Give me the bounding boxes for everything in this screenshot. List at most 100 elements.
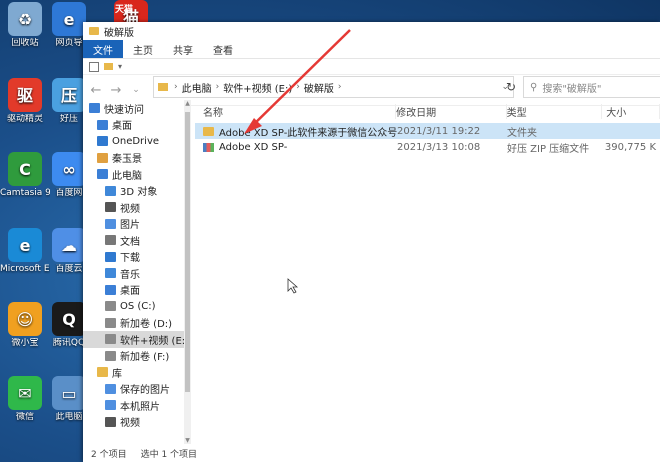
desktop-icon[interactable]: ♻ 回收站	[0, 2, 50, 49]
nav-item-icon	[97, 119, 108, 130]
desktop-icon[interactable]: C Camtasia 9	[0, 152, 50, 199]
nav-item-label: 库	[112, 368, 122, 380]
folder-icon	[158, 83, 168, 91]
chevron-right-icon[interactable]: ›	[174, 82, 178, 92]
nav-item[interactable]: 新加卷 (F:)	[83, 348, 184, 365]
column-header-date[interactable]: 修改日期	[396, 103, 507, 119]
item-count: 2 个项目	[91, 449, 127, 460]
status-bar: 2 个项目 选中 1 个项目	[83, 444, 660, 462]
file-row[interactable]: Adobe XD SP-此软件来源于微信公众号：叁岁…2021/3/11 19:…	[195, 123, 660, 139]
nav-item-label: 桌面	[120, 286, 140, 298]
breadcrumb-drive-e[interactable]: 软件+视频 (E:)	[223, 80, 292, 95]
chevron-right-icon[interactable]: ›	[296, 82, 300, 92]
column-header-size[interactable]: 大小	[602, 103, 660, 119]
nav-item[interactable]: 保存的图片	[83, 381, 184, 398]
file-row[interactable]: Adobe XD SP- 2021/3/13 10:08 好压 ZIP 压缩文件 39…	[195, 139, 660, 155]
app-icon: e	[52, 2, 86, 36]
nav-item[interactable]: 3D 对象	[83, 183, 184, 200]
file-type: 文件夹	[507, 127, 537, 139]
chevron-right-icon[interactable]: ›	[216, 82, 220, 92]
tab-share[interactable]: 共享	[163, 40, 203, 58]
nav-item-icon	[105, 400, 116, 411]
nav-item-label: 此电脑	[112, 170, 142, 182]
nav-item-icon	[97, 136, 108, 147]
breadcrumb-this-pc[interactable]: 此电脑	[182, 80, 212, 95]
nav-scrollbar[interactable]: ▲ ▼	[184, 100, 191, 444]
nav-item-icon	[105, 317, 116, 328]
column-headers: 名称 修改日期 类型 大小	[195, 100, 660, 123]
nav-item[interactable]: 音乐	[83, 265, 184, 282]
app-icon: ♻	[8, 2, 42, 36]
nav-item-icon	[105, 218, 116, 229]
new-folder-icon[interactable]	[104, 63, 113, 70]
breadcrumb-current-folder[interactable]: 破解版	[304, 80, 334, 95]
nav-item-label: 视频	[120, 418, 140, 430]
nav-item-label: 文档	[120, 236, 140, 248]
tab-view[interactable]: 查看	[203, 40, 243, 58]
selection-count: 选中 1 个项目	[140, 449, 198, 460]
nav-item[interactable]: 视频	[83, 414, 184, 431]
back-button[interactable]: ←	[89, 83, 103, 98]
nav-item[interactable]: 下载	[83, 249, 184, 266]
nav-item-icon	[105, 350, 116, 361]
search-box[interactable]: ⚲ 搜索"破解版"	[523, 76, 660, 98]
desktop-icon[interactable]: 驱驱动精灵	[0, 78, 50, 125]
search-icon: ⚲	[530, 81, 538, 93]
refresh-button[interactable]: ↻	[501, 76, 521, 98]
nav-item[interactable]: 图片	[83, 216, 184, 233]
forward-button[interactable]: →	[109, 83, 123, 98]
app-icon: ☁	[52, 228, 86, 262]
column-header-type[interactable]: 类型	[507, 103, 603, 119]
nav-item-icon	[105, 202, 116, 213]
scrollbar-thumb[interactable]	[185, 112, 190, 392]
nav-item-label: 音乐	[120, 269, 140, 281]
nav-item-icon	[105, 235, 116, 246]
file-size: 390,775 K	[604, 141, 656, 153]
nav-item[interactable]: 库	[83, 364, 184, 381]
nav-item[interactable]: 桌面	[83, 282, 184, 299]
nav-item-label: 秦玉景	[112, 154, 142, 166]
tab-file[interactable]: 文件	[83, 40, 123, 58]
file-list: 名称 修改日期 类型 大小 Adobe XD SP-此软件来源于微信公众号：叁岁…	[195, 100, 660, 444]
app-icon: ▭	[52, 376, 86, 410]
nav-item-icon	[105, 284, 116, 295]
nav-item-icon	[105, 416, 116, 427]
ribbon-tabs: 文件 主页 共享 查看	[83, 40, 660, 59]
nav-item-icon	[105, 383, 116, 394]
navigation-pane: 快速访问 桌面 OneDrive 秦玉景 此电脑 3D 对象 视频 图片 文档 下载 音乐 桌面 OS …	[83, 100, 184, 444]
chevron-right-icon[interactable]: ›	[338, 82, 342, 92]
nav-item[interactable]: 本机照片	[83, 397, 184, 414]
nav-item[interactable]: OS (C:)	[83, 298, 184, 315]
nav-item[interactable]: 桌面	[83, 117, 184, 134]
nav-item[interactable]: 快速访问	[83, 100, 184, 117]
desktop-icon[interactable]: ☺ 微小宝	[0, 302, 50, 349]
app-icon: 驱	[8, 78, 42, 112]
search-placeholder: 搜索"破解版"	[542, 83, 602, 95]
checkbox-icon[interactable]	[89, 61, 99, 72]
address-bar[interactable]: › 此电脑 › 软件+视频 (E:) › 破解版 › ⌄	[153, 76, 514, 98]
scroll-up-icon[interactable]: ▲	[184, 100, 191, 107]
nav-item[interactable]: 视频	[83, 199, 184, 216]
nav-item-label: 桌面	[112, 121, 132, 133]
desktop-icon-label: Camtasia 9	[0, 188, 50, 198]
customize-toolbar-icon[interactable]: ▾	[118, 62, 122, 71]
nav-item[interactable]: 新加卷 (D:)	[83, 315, 184, 332]
nav-item[interactable]: 此电脑	[83, 166, 184, 183]
app-icon: Q	[52, 302, 86, 336]
scroll-down-icon[interactable]: ▼	[184, 437, 191, 444]
desktop-icon[interactable]: ✉ 微信	[0, 376, 50, 423]
column-header-name[interactable]: 名称	[195, 103, 397, 119]
file-name-cell: Adobe XD SP-此软件来源于微信公众号：叁岁…	[195, 124, 397, 139]
recent-locations-button[interactable]: ⌄	[129, 85, 143, 95]
tab-home[interactable]: 主页	[123, 40, 163, 58]
nav-item[interactable]: 文档	[83, 232, 184, 249]
app-icon: C	[8, 152, 42, 186]
file-explorer-window: 破解版 文件 主页 共享 查看 ▾ ← → ⌄ ↑ › 此电脑 › 软件+视频 …	[83, 22, 660, 462]
desktop-icon[interactable]: e Microsoft Edge	[0, 228, 50, 275]
file-date: 2021/3/13 10:08	[397, 141, 481, 153]
nav-item[interactable]: 软件+视频 (E:)	[83, 331, 184, 348]
nav-item[interactable]: OneDrive	[83, 133, 184, 150]
nav-item-icon	[97, 152, 108, 163]
nav-item[interactable]: 秦玉景	[83, 150, 184, 167]
desktop-icon-label: 回收站	[11, 38, 39, 48]
